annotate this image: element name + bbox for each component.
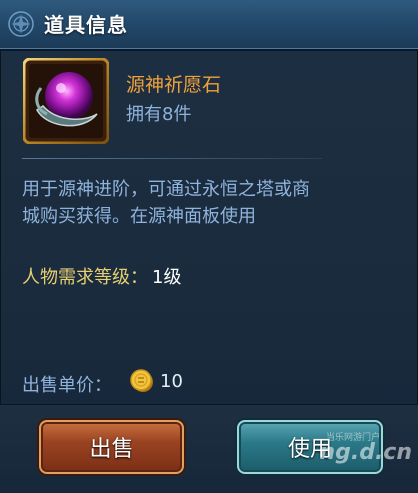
sell-button-label: 出售 (89, 437, 134, 462)
item-description: 用于源神进阶，可通过永恒之塔或商城购买获得。在源神面板使用 (22, 179, 310, 227)
level-requirement-value: 1级 (152, 267, 182, 288)
title-emblem-icon (8, 11, 34, 37)
gold-coin-icon (130, 369, 153, 392)
sell-button[interactable]: 出售 (39, 420, 184, 474)
panel-title: 道具信息 (44, 13, 128, 37)
sell-price-value: 10 (160, 371, 183, 392)
item-info-panel: 道具信息 源神祈愿石 拥有8件 用于源神进阶，可通过永恒之塔或商城购买获得。在源… (0, 0, 418, 493)
title-bar: 道具信息 (0, 0, 418, 51)
divider (22, 158, 322, 159)
item-name: 源神祈愿石 (126, 74, 222, 96)
sell-price-label: 出售单价： (22, 375, 112, 396)
watermark: ng.d.cn (319, 440, 412, 465)
purple-orb-stone-icon (23, 58, 109, 144)
item-owned-count: 拥有8件 (126, 104, 192, 125)
level-requirement-label: 人物需求等级： (22, 267, 148, 288)
level-requirement: 人物需求等级： 1级 (22, 263, 181, 289)
